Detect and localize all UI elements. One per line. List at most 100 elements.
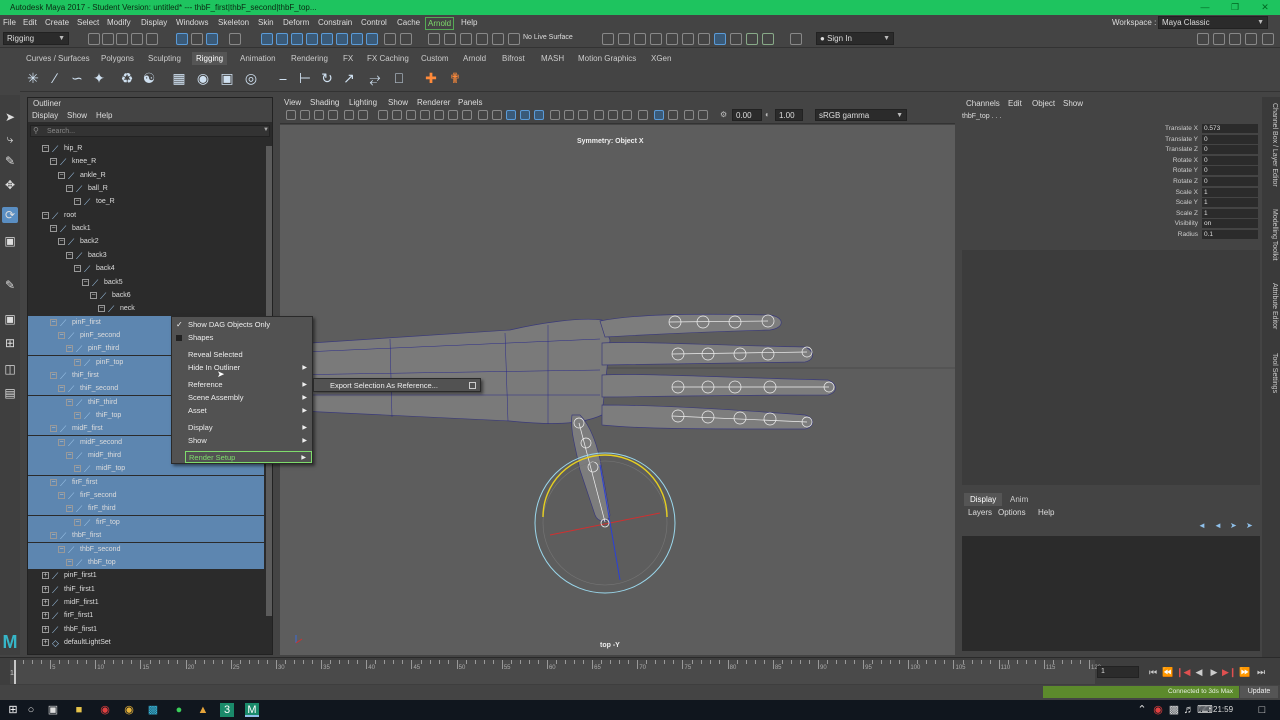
parent-constraint-icon[interactable]: ⊢ <box>297 70 313 86</box>
channel-attribute-row[interactable]: Radius 0.1 <box>1138 230 1258 240</box>
channel-attribute-value[interactable]: 0.1 <box>1202 230 1258 239</box>
expand-toggle-icon[interactable]: − <box>74 465 81 473</box>
shelf-tab-fx-caching[interactable]: FX Caching <box>367 52 409 65</box>
expand-toggle-icon[interactable]: − <box>50 532 57 540</box>
expand-toggle-icon[interactable]: − <box>42 145 49 152</box>
layer-menu-layers[interactable]: Layers <box>968 507 992 519</box>
outliner-row[interactable]: + ◇ defaultLightSet <box>28 636 264 649</box>
image-plane-icon[interactable] <box>328 110 338 120</box>
channel-attribute-value[interactable]: 0 <box>1202 134 1258 144</box>
snap-point-icon[interactable] <box>291 33 303 45</box>
quick-rig-icon[interactable]: ♻ <box>119 70 135 86</box>
menu-help[interactable]: Help <box>461 15 477 30</box>
undo-icon[interactable] <box>131 33 143 45</box>
safe-action-icon[interactable] <box>448 110 458 120</box>
select-object-icon[interactable] <box>191 33 203 45</box>
time-ticks[interactable]: 5 10 15 20 25 30 35 40 45 50 55 60 65 70 75 80 85 90 95 100… <box>10 660 1101 684</box>
tray-chevron-icon[interactable]: ⌃ <box>1135 703 1149 717</box>
expand-toggle-icon[interactable]: + <box>42 572 49 580</box>
context-menu-item-asset[interactable]: Asset ▶ <box>172 405 312 417</box>
layer-down-icon[interactable]: ➤ <box>1246 521 1253 530</box>
channel-attribute-row[interactable]: Translate Y 0 <box>1138 134 1258 145</box>
camera-icon[interactable] <box>714 33 726 45</box>
tray-app-icon[interactable]: ◉ <box>1151 703 1165 717</box>
outliner-toggle-icon[interactable] <box>1262 33 1274 45</box>
modelling-toolkit-icon[interactable] <box>1197 33 1209 45</box>
snap-vertex-icon[interactable] <box>351 33 363 45</box>
viewport-menu-show[interactable]: Show <box>388 97 408 108</box>
tab-anim[interactable]: Anim <box>1004 493 1034 506</box>
outliner-row[interactable]: − ⟋ firF_first <box>28 475 264 489</box>
lights-icon[interactable] <box>564 110 574 120</box>
aim-constraint-icon[interactable]: ↗ <box>341 70 357 86</box>
outliner-row[interactable]: + ⟋ midF_first1 <box>28 596 264 609</box>
bookmark-icon[interactable] <box>314 110 324 120</box>
outliner-layout-icon[interactable]: ▤ <box>2 385 18 401</box>
shelf-tab-motion-graphics[interactable]: Motion Graphics <box>578 52 636 65</box>
viewport-menu-lighting[interactable]: Lighting <box>349 97 377 108</box>
select-component-icon[interactable] <box>206 33 218 45</box>
expand-toggle-icon[interactable]: − <box>50 158 57 166</box>
expand-toggle-icon[interactable]: − <box>58 385 65 393</box>
outliner-row[interactable]: − ⟋ firF_top <box>28 515 264 529</box>
outliner-row[interactable]: − ⟋ knee_R <box>28 155 264 168</box>
gamma-field[interactable]: 1.00 <box>775 109 803 121</box>
outliner-row[interactable]: − ⟋ firF_second <box>28 489 264 503</box>
outliner-row[interactable]: − ⟋ ankle_R <box>28 169 264 182</box>
outliner-row[interactable]: − ⟋ back3 <box>28 249 264 262</box>
color-management-icon[interactable] <box>698 110 708 120</box>
menu-control[interactable]: Control <box>361 15 387 30</box>
hud-icon[interactable] <box>684 110 694 120</box>
channel-attribute-row[interactable]: Scale Y 1 <box>1138 198 1258 208</box>
snap-surface-icon[interactable] <box>321 33 333 45</box>
render-icon[interactable] <box>618 33 630 45</box>
expand-toggle-icon[interactable]: − <box>50 478 57 486</box>
expand-toggle-icon[interactable]: + <box>42 612 49 620</box>
context-menu-item-show[interactable]: Show ▶ <box>172 435 312 447</box>
file-explorer-icon[interactable]: ■ <box>72 703 86 717</box>
expand-toggle-icon[interactable]: − <box>50 371 57 379</box>
expand-toggle-icon[interactable]: − <box>42 211 49 219</box>
select-camera-icon[interactable] <box>286 110 296 120</box>
four-view-icon[interactable]: ⊞ <box>2 335 18 351</box>
menu-modify[interactable]: Modify <box>107 15 131 30</box>
maya-taskbar-icon[interactable]: M <box>245 703 259 717</box>
tray-network-icon[interactable]: ▩ <box>1167 703 1181 717</box>
expand-toggle-icon[interactable]: − <box>66 345 73 353</box>
shelf-tab-arnold[interactable]: Arnold <box>463 52 486 65</box>
live-surface-label[interactable]: No Live Surface <box>523 34 573 41</box>
expand-toggle-icon[interactable]: − <box>58 545 65 553</box>
expand-toggle-icon[interactable]: − <box>74 412 81 419</box>
view-transform-dropdown[interactable]: sRGB gamma ▼ <box>815 109 907 121</box>
channel-attribute-row[interactable]: Visibility on <box>1138 219 1258 229</box>
sidebar-toggle-icon[interactable] <box>790 33 802 45</box>
side-tab-attribute-editor[interactable]: Attribute Editor <box>1264 283 1278 329</box>
expand-toggle-icon[interactable]: − <box>66 505 73 513</box>
last-tool-icon[interactable]: ✎ <box>2 277 18 293</box>
menu-display[interactable]: Display <box>141 15 167 30</box>
render-view-icon[interactable] <box>602 33 614 45</box>
outliner-row[interactable]: + ⟋ firF_first1 <box>28 609 264 622</box>
notifications-icon[interactable]: □ <box>1255 703 1269 717</box>
viewport-menu-shading[interactable]: Shading <box>310 97 339 108</box>
expand-toggle-icon[interactable]: − <box>66 558 73 566</box>
magnet-view-icon[interactable] <box>508 33 520 45</box>
shadows-icon[interactable] <box>578 110 588 120</box>
select-hierarchy-icon[interactable] <box>176 33 188 45</box>
expand-toggle-icon[interactable]: − <box>66 398 73 406</box>
sign-in-dropdown[interactable]: ● Sign In ▼ <box>816 32 894 45</box>
minimize-icon[interactable]: — <box>1190 0 1220 15</box>
channel-attribute-value[interactable]: 1 <box>1202 198 1258 208</box>
safe-title-icon[interactable] <box>462 110 472 120</box>
vlc-icon[interactable]: ▲ <box>196 703 210 717</box>
snap-grid-icon[interactable] <box>261 33 273 45</box>
tab-display[interactable]: Display <box>964 493 1003 506</box>
exposure-field[interactable]: 0.00 <box>732 109 762 121</box>
outliner-row[interactable]: + ⟋ pinF_first1 <box>28 569 264 582</box>
tool-settings-icon[interactable] <box>1229 33 1241 45</box>
arnold-render-icon[interactable] <box>730 33 742 45</box>
menu-windows[interactable]: Windows <box>176 15 208 30</box>
shelf-tab-polygons[interactable]: Polygons <box>101 52 134 65</box>
expand-toggle-icon[interactable]: − <box>82 278 89 286</box>
humanik-icon[interactable]: ☯ <box>141 70 157 86</box>
